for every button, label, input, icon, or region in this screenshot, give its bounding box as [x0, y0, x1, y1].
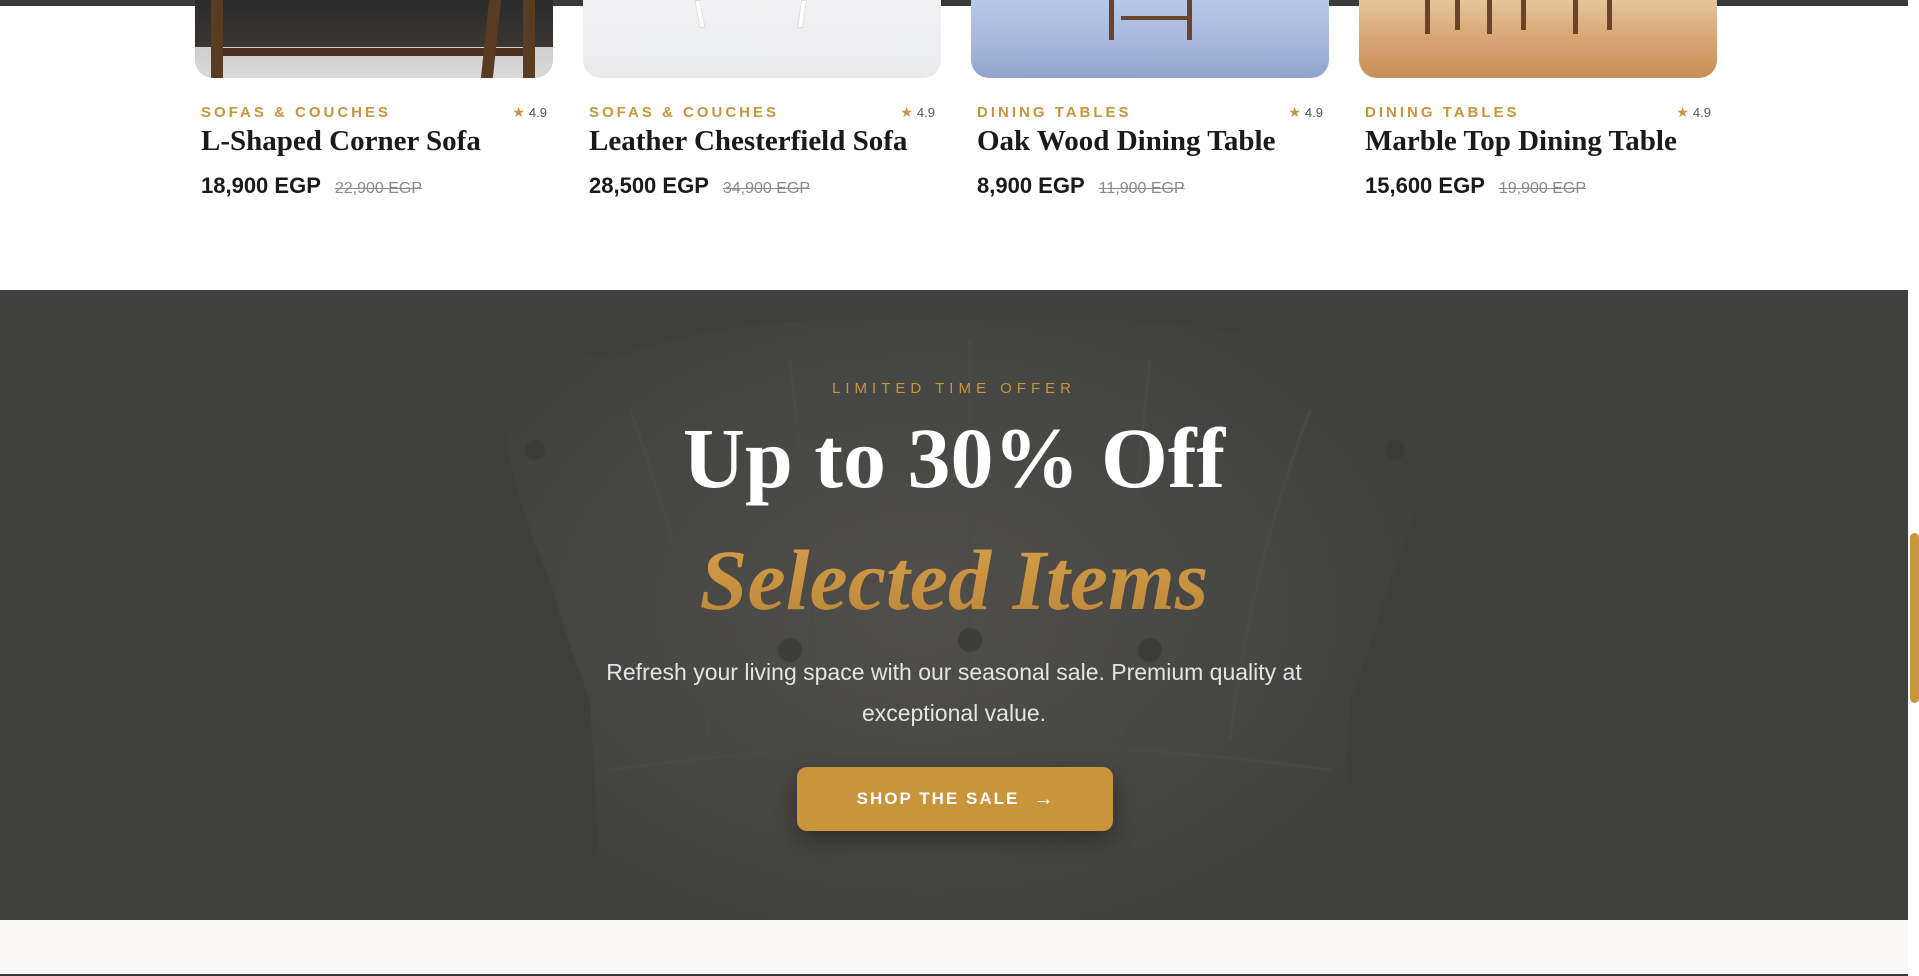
original-price: 19,900 EGP: [1498, 180, 1587, 197]
offer-eyebrow: LIMITED TIME OFFER: [832, 380, 1076, 397]
product-rating: ★ 4.9: [900, 104, 935, 121]
product-category: DINING TABLES: [1365, 104, 1520, 121]
product-title[interactable]: Marble Top Dining Table: [1365, 125, 1677, 158]
rating-value: 4.9: [1692, 105, 1711, 120]
product-rating: ★ 4.9: [512, 104, 547, 121]
current-price: 28,500 EGP: [589, 173, 709, 198]
product-rating: ★ 4.9: [1676, 104, 1711, 121]
scrollbar-track[interactable]: [1908, 0, 1919, 976]
rating-value: 4.9: [528, 105, 547, 120]
original-price: 11,900 EGP: [1098, 180, 1185, 197]
product-category: DINING TABLES: [977, 104, 1132, 121]
banner-title: Up to 30% Off: [682, 410, 1226, 506]
product-price: 8,900 EGP 11,900 EGP: [977, 173, 1185, 199]
product-card[interactable]: DINING TABLES ★ 4.9 Oak Wood Dining Tabl…: [971, 0, 1329, 290]
shop-the-sale-label: SHOP THE SALE: [856, 789, 1020, 808]
star-icon: ★: [1676, 104, 1689, 120]
product-title[interactable]: L-Shaped Corner Sofa: [201, 125, 481, 158]
product-card[interactable]: DINING TABLES ★ 4.9 Marble Top Dining Ta…: [1359, 0, 1717, 290]
next-section-strip: [0, 920, 1908, 976]
product-title[interactable]: Leather Chesterfield Sofa: [589, 125, 907, 158]
original-price: 22,900 EGP: [334, 180, 423, 197]
product-title[interactable]: Oak Wood Dining Table: [977, 125, 1275, 158]
product-category: SOFAS & COUCHES: [201, 104, 392, 121]
product-price: 28,500 EGP 34,900 EGP: [589, 173, 810, 199]
sale-banner: LIMITED TIME OFFER Up to 30% Off Selecte…: [0, 290, 1908, 920]
product-price: 18,900 EGP 22,900 EGP: [201, 173, 422, 199]
product-card[interactable]: SOFAS & COUCHES ★ 4.9 Leather Chesterfie…: [583, 0, 941, 290]
rating-value: 4.9: [916, 105, 935, 120]
product-category: SOFAS & COUCHES: [589, 104, 780, 121]
shop-the-sale-button[interactable]: SHOP THE SALE →: [797, 767, 1113, 831]
product-price: 15,600 EGP 19,900 EGP: [1365, 173, 1586, 199]
star-icon: ★: [900, 104, 913, 120]
original-price: 34,900 EGP: [722, 180, 811, 197]
current-price: 8,900 EGP: [977, 173, 1085, 198]
product-image[interactable]: [1359, 0, 1717, 78]
star-icon: ★: [1288, 104, 1301, 120]
star-icon: ★: [512, 104, 525, 120]
arrow-right-icon: →: [1033, 787, 1054, 810]
product-image[interactable]: [583, 0, 941, 78]
product-image[interactable]: [195, 0, 553, 78]
banner-subtitle: Selected Items: [0, 530, 1908, 630]
product-image[interactable]: [971, 0, 1329, 78]
scrollbar-thumb[interactable]: [1910, 533, 1919, 703]
current-price: 15,600 EGP: [1365, 173, 1485, 198]
banner-description: Refresh your living space with our seaso…: [606, 659, 1302, 726]
product-rating: ★ 4.9: [1288, 104, 1323, 121]
product-grid: SOFAS & COUCHES ★ 4.9 L-Shaped Corner So…: [195, 0, 1717, 290]
rating-value: 4.9: [1304, 105, 1323, 120]
product-card[interactable]: SOFAS & COUCHES ★ 4.9 L-Shaped Corner So…: [195, 0, 553, 290]
current-price: 18,900 EGP: [201, 173, 321, 198]
